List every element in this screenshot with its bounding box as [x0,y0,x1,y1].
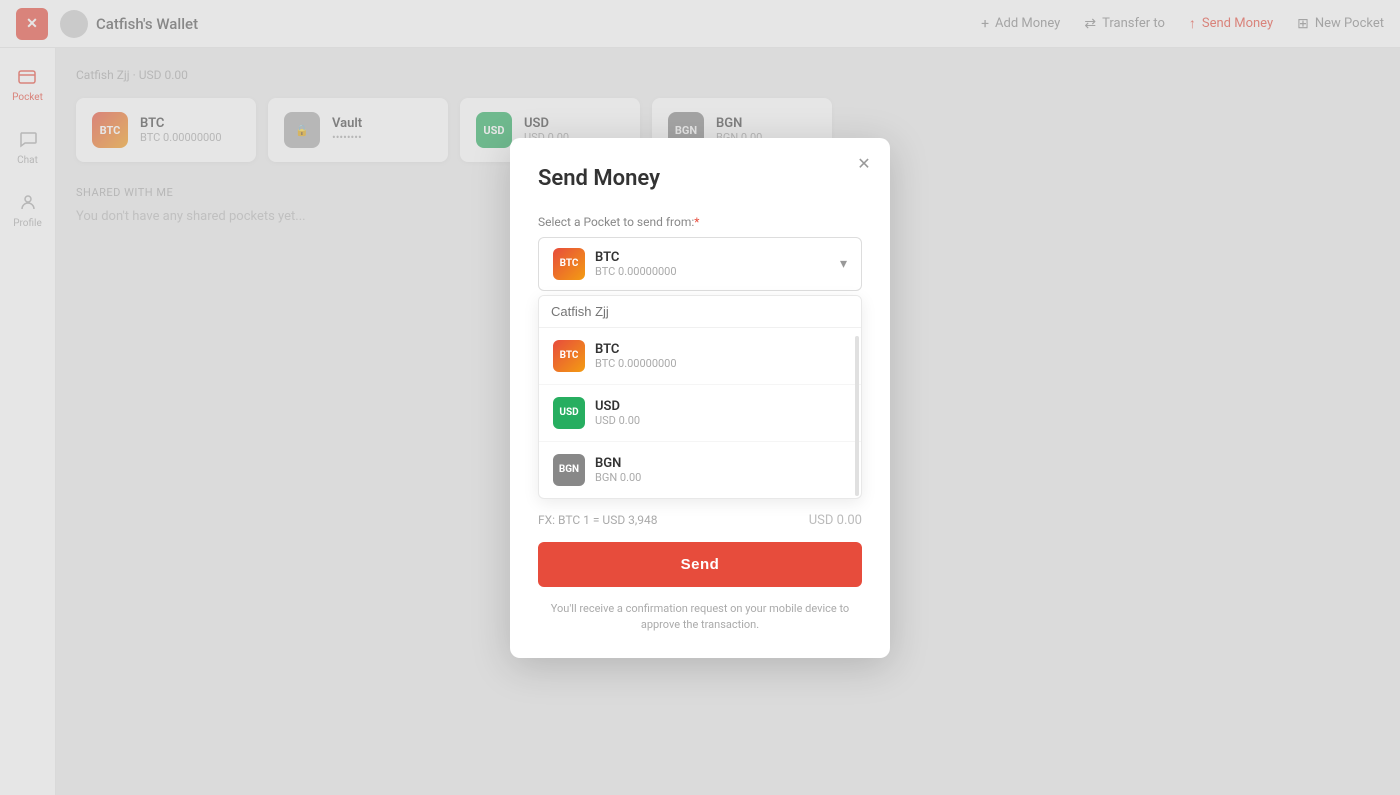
bgn-option-icon: BGN [553,454,585,486]
selected-pocket-value: BTC 0.00000000 [595,265,677,278]
bgn-option-name: BGN [595,456,641,471]
usd-option-icon: USD [553,397,585,429]
btc-option-name: BTC [595,342,677,357]
dropdown-item-usd[interactable]: USD USD USD 0.00 [539,385,861,442]
usd-option-name: USD [595,399,640,414]
pocket-field-label: Select a Pocket to send from:* [538,215,862,229]
fx-amount: USD 0.00 [809,513,862,528]
pocket-search-input[interactable] [539,296,861,328]
pocket-dropdown-items: BTC BTC BTC 0.00000000 USD USD USD 0.00 … [539,328,861,498]
fx-row: FX: BTC 1 = USD 3,948 USD 0.00 [538,513,862,528]
dropdown-scrollbar [855,336,859,496]
usd-option-value: USD 0.00 [595,414,640,427]
fx-label: FX: BTC 1 = USD 3,948 [538,513,658,527]
modal-title: Send Money [538,166,862,191]
pocket-dropdown[interactable]: BTC BTC BTC 0.00000000 ▾ [538,237,862,291]
selected-pocket-name: BTC [595,250,677,265]
dropdown-item-btc[interactable]: BTC BTC BTC 0.00000000 [539,328,861,385]
modal-footer-text: You'll receive a confirmation request on… [538,601,862,634]
btc-option-icon: BTC [553,340,585,372]
dropdown-item-bgn[interactable]: BGN BGN BGN 0.00 [539,442,861,498]
send-money-modal: ✕ Send Money Select a Pocket to send fro… [510,138,890,658]
pocket-dropdown-list: BTC BTC BTC 0.00000000 USD USD USD 0.00 … [538,295,862,499]
send-button[interactable]: Send [538,542,862,587]
selected-pocket-icon: BTC [553,248,585,280]
chevron-down-icon: ▾ [840,256,847,272]
btc-option-value: BTC 0.00000000 [595,357,677,370]
modal-close-button[interactable]: ✕ [852,152,876,176]
bgn-option-value: BGN 0.00 [595,471,641,484]
modal-overlay: ✕ Send Money Select a Pocket to send fro… [0,0,1400,795]
